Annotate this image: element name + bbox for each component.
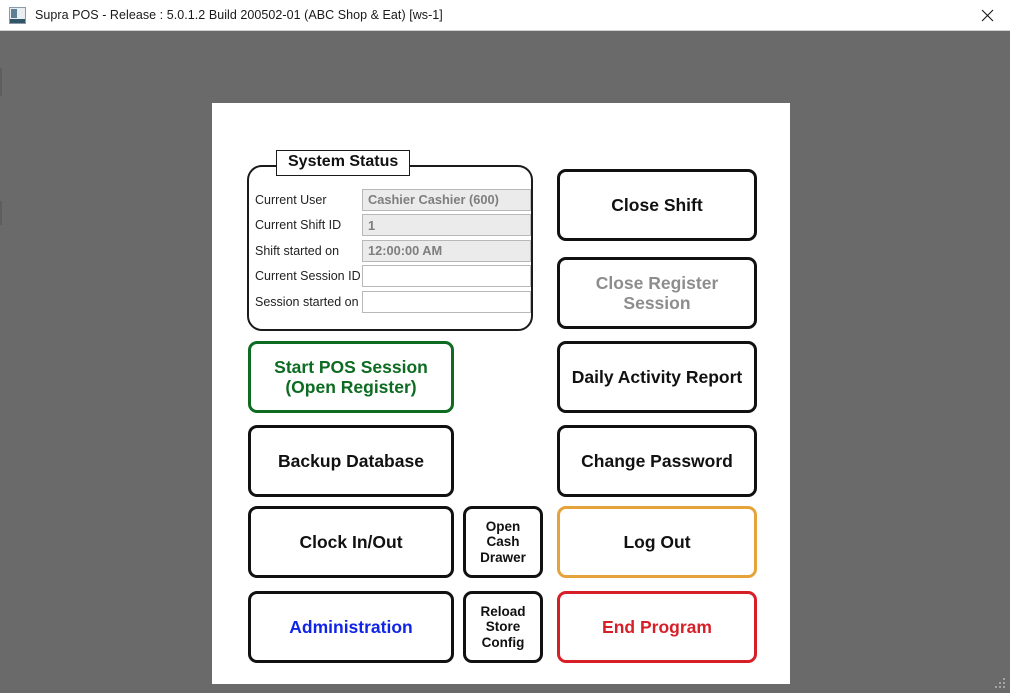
open-cash-drawer-label-line3: Drawer xyxy=(480,549,526,565)
administration-button[interactable]: Administration xyxy=(248,591,454,663)
change-password-label: Change Password xyxy=(581,450,733,471)
close-shift-label: Close Shift xyxy=(611,194,703,215)
window-title: Supra POS - Release : 5.0.1.2 Build 2005… xyxy=(35,8,443,22)
current-session-id-value xyxy=(362,265,531,288)
window-titlebar: Supra POS - Release : 5.0.1.2 Build 2005… xyxy=(0,0,1010,31)
log-out-button[interactable]: Log Out xyxy=(557,506,757,578)
close-register-session-button[interactable]: Close Register Session xyxy=(557,257,757,329)
edge-artifact xyxy=(0,201,2,225)
status-row-current-session-id: Current Session ID xyxy=(255,264,531,290)
app-icon xyxy=(9,6,26,24)
status-label: Session started on xyxy=(255,294,359,309)
close-register-session-label-line1: Close Register xyxy=(595,272,719,293)
end-program-label: End Program xyxy=(602,616,712,637)
edge-artifact xyxy=(0,68,2,96)
reload-store-config-label-line2: Store xyxy=(485,619,521,635)
resize-grip[interactable] xyxy=(993,676,1007,690)
reload-store-config-label-line1: Reload xyxy=(480,603,526,619)
open-cash-drawer-label-line1: Open xyxy=(485,518,521,534)
start-pos-session-label-line2: (Open Register) xyxy=(285,377,417,397)
status-label: Shift started on xyxy=(255,243,340,258)
open-cash-drawer-label-line2: Cash xyxy=(486,534,520,550)
clock-in-out-label: Clock In/Out xyxy=(299,531,403,552)
status-label: Current User xyxy=(255,192,327,207)
status-row-session-started-on: Session started on xyxy=(255,289,531,315)
backup-database-label: Backup Database xyxy=(278,450,424,471)
system-status-legend: System Status xyxy=(276,150,411,176)
clock-in-out-button[interactable]: Clock In/Out xyxy=(248,506,454,578)
daily-activity-report-button[interactable]: Daily Activity Report xyxy=(557,341,757,413)
status-row-current-user: Current User Cashier Cashier (600) xyxy=(255,187,531,213)
close-icon xyxy=(981,9,994,22)
backup-database-button[interactable]: Backup Database xyxy=(248,425,454,497)
close-register-session-label-line2: Session xyxy=(623,293,691,313)
daily-activity-report-label: Daily Activity Report xyxy=(571,366,743,387)
reload-store-config-button[interactable]: Reload Store Config xyxy=(463,591,543,663)
start-pos-session-button[interactable]: Start POS Session (Open Register) xyxy=(248,341,454,413)
end-program-button[interactable]: End Program xyxy=(557,591,757,663)
session-started-on-value xyxy=(362,290,531,313)
status-label: Current Session ID xyxy=(255,269,361,284)
reload-store-config-label-line3: Config xyxy=(481,634,525,650)
status-row-current-shift-id: Current Shift ID 1 xyxy=(255,213,531,239)
current-user-value: Cashier Cashier (600) xyxy=(362,188,531,211)
close-window-button[interactable] xyxy=(964,0,1010,30)
current-shift-id-value: 1 xyxy=(362,214,531,237)
status-row-shift-started-on: Shift started on 12:00:00 AM xyxy=(255,238,531,264)
shift-started-on-value: 12:00:00 AM xyxy=(362,239,531,262)
administration-label: Administration xyxy=(289,616,413,637)
window-body: System Status Current User Cashier Cashi… xyxy=(0,31,1010,693)
change-password-button[interactable]: Change Password xyxy=(557,425,757,497)
open-cash-drawer-button[interactable]: Open Cash Drawer xyxy=(463,506,543,578)
start-pos-session-label-line1: Start POS Session xyxy=(274,356,428,377)
main-form-panel: System Status Current User Cashier Cashi… xyxy=(212,103,790,684)
close-shift-button[interactable]: Close Shift xyxy=(557,169,757,241)
status-label: Current Shift ID xyxy=(255,218,342,233)
system-status-fields: Current User Cashier Cashier (600) Curre… xyxy=(255,187,531,315)
log-out-label: Log Out xyxy=(623,531,691,552)
